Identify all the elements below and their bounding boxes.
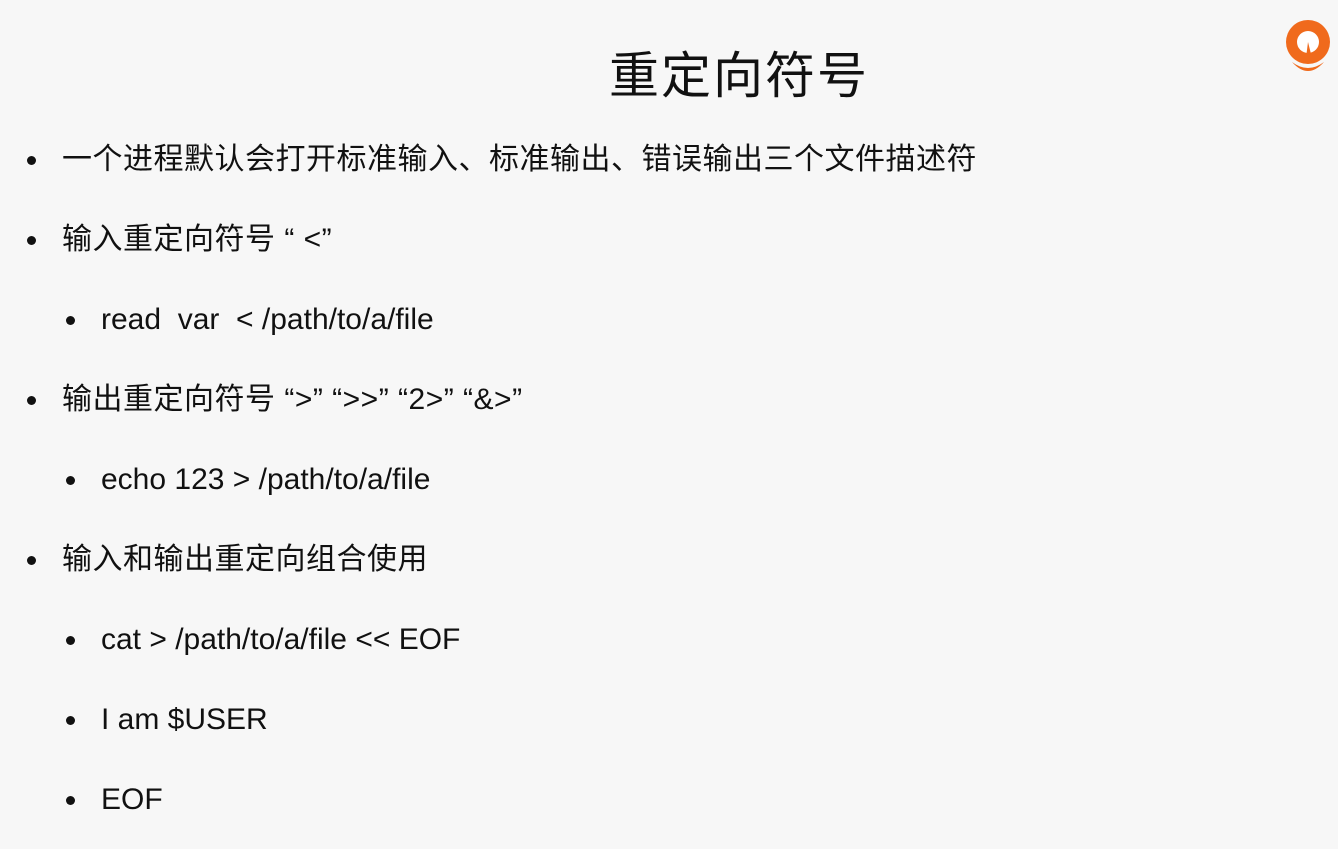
- bullet-dot-icon: [27, 396, 36, 405]
- list-item-text: echo 123 > /path/to/a/file: [101, 463, 431, 496]
- bullet-dot-icon: [66, 316, 75, 325]
- list-item: echo 123 > /path/to/a/file: [66, 462, 431, 498]
- list-item-text: EOF: [101, 783, 163, 816]
- list-item: 输出重定向符号 “>” “>>” “2>” “&>”: [27, 382, 523, 418]
- slide-title: 重定向符号: [609, 48, 869, 104]
- list-item-text: 输出重定向符号 “>” “>>” “2>” “&>”: [62, 383, 523, 416]
- list-item-text: 一个进程默认会打开标准输入、标准输出、错误输出三个文件描述符: [62, 143, 977, 176]
- list-item-text: 输入和输出重定向组合使用: [62, 543, 428, 576]
- bullet-dot-icon: [27, 236, 36, 245]
- list-item: 输入重定向符号 “ <”: [27, 222, 333, 258]
- list-item: I am $USER: [66, 702, 268, 738]
- list-item: EOF: [66, 782, 163, 818]
- list-item-text: cat > /path/to/a/file << EOF: [101, 623, 461, 656]
- list-item: read var < /path/to/a/file: [66, 302, 434, 338]
- bullet-dot-icon: [66, 796, 75, 805]
- brand-logo-icon: [1282, 18, 1334, 80]
- bullet-dot-icon: [66, 636, 75, 645]
- bullet-dot-icon: [66, 716, 75, 725]
- list-item-text: 输入重定向符号 “ <”: [62, 223, 333, 256]
- list-item: cat > /path/to/a/file << EOF: [66, 622, 461, 658]
- list-item: 输入和输出重定向组合使用: [27, 542, 428, 578]
- list-item-text: read var < /path/to/a/file: [101, 303, 434, 336]
- bullet-dot-icon: [66, 476, 75, 485]
- bullet-dot-icon: [27, 556, 36, 565]
- bullet-dot-icon: [27, 156, 36, 165]
- list-item: 一个进程默认会打开标准输入、标准输出、错误输出三个文件描述符: [27, 142, 977, 178]
- list-item-text: I am $USER: [101, 703, 268, 736]
